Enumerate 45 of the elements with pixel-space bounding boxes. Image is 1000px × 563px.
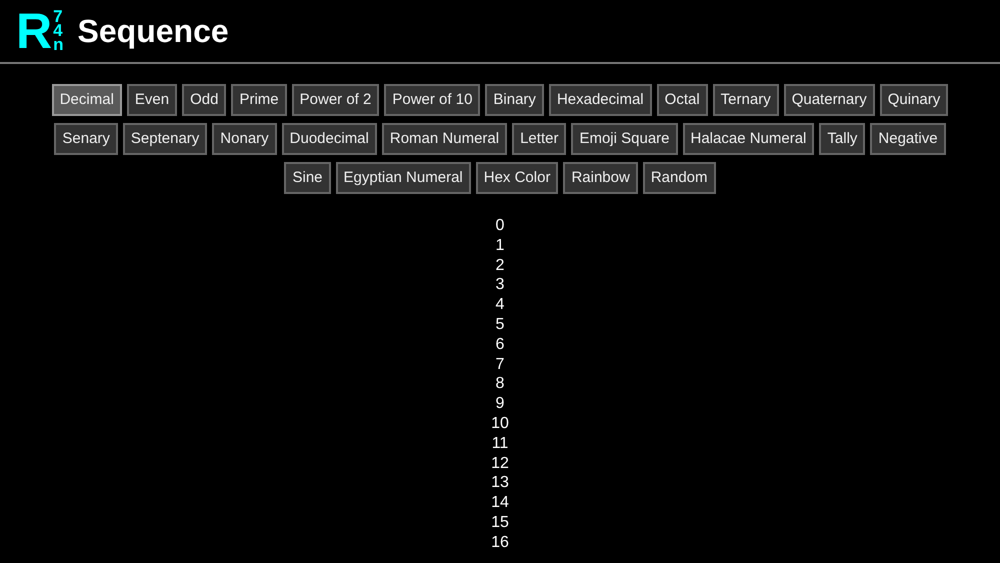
sequence-button[interactable]: Random (642, 162, 716, 194)
sequence-button[interactable]: Quaternary (784, 84, 875, 116)
sequence-value: 16 (491, 532, 509, 553)
sequence-value: 5 (496, 314, 504, 335)
sequence-value: 8 (496, 374, 504, 394)
sequence-button[interactable]: Decimal (52, 84, 122, 116)
sequence-button[interactable]: Even (126, 84, 178, 116)
sequence-button[interactable]: Sine (284, 162, 331, 194)
sequence-value: 13 (491, 473, 509, 494)
sequence-value: 2 (496, 256, 504, 276)
sequence-button[interactable]: Senary (54, 123, 118, 155)
sequence-button[interactable]: Odd (182, 84, 226, 116)
sequence-button[interactable]: Quinary (880, 84, 948, 116)
sequence-value: 10 (491, 414, 509, 434)
sequence-value: 4 (496, 295, 504, 315)
sequence-button[interactable]: Prime (231, 84, 287, 116)
sequence-button[interactable]: Octal (656, 84, 708, 116)
sequence-button[interactable]: Roman Numeral (382, 123, 508, 155)
sequence-value: 14 (491, 493, 509, 513)
sequence-button[interactable]: Duodecimal (282, 123, 377, 155)
sequence-value: 1 (496, 236, 504, 256)
sequence-value: 15 (491, 512, 509, 533)
sequence-button[interactable]: Rainbow (563, 162, 638, 194)
sequence-button[interactable]: Egyptian Numeral (336, 162, 471, 194)
sequence-button[interactable]: Emoji Square (571, 123, 678, 155)
sequence-button[interactable]: Power of 10 (384, 84, 480, 116)
sequence-button[interactable]: Nonary (212, 123, 277, 155)
sequence-value: 3 (496, 275, 504, 296)
sequence-value: 6 (496, 334, 504, 355)
sequence-button[interactable]: Halacae Numeral (682, 123, 814, 155)
sequence-button[interactable]: Negative (870, 123, 946, 155)
sequence-button[interactable]: Letter (512, 123, 566, 155)
sequence-value: 12 (491, 454, 509, 474)
sequence-button[interactable]: Septenary (122, 123, 208, 155)
sequence-button[interactable]: Ternary (712, 84, 779, 116)
sequence-button[interactable]: Power of 2 (292, 84, 380, 116)
page-title: Sequence (78, 12, 229, 51)
sequence-button[interactable]: Hex Color (476, 162, 558, 194)
sequence-value: 0 (496, 216, 504, 236)
sequence-value: 9 (496, 394, 504, 414)
sequence-button[interactable]: Binary (485, 84, 544, 116)
sequence-value: 7 (496, 354, 504, 374)
sequence-button[interactable]: Tally (819, 123, 866, 155)
sequence-value: 11 (492, 434, 508, 454)
sequence-button[interactable]: Hexadecimal (548, 84, 652, 116)
